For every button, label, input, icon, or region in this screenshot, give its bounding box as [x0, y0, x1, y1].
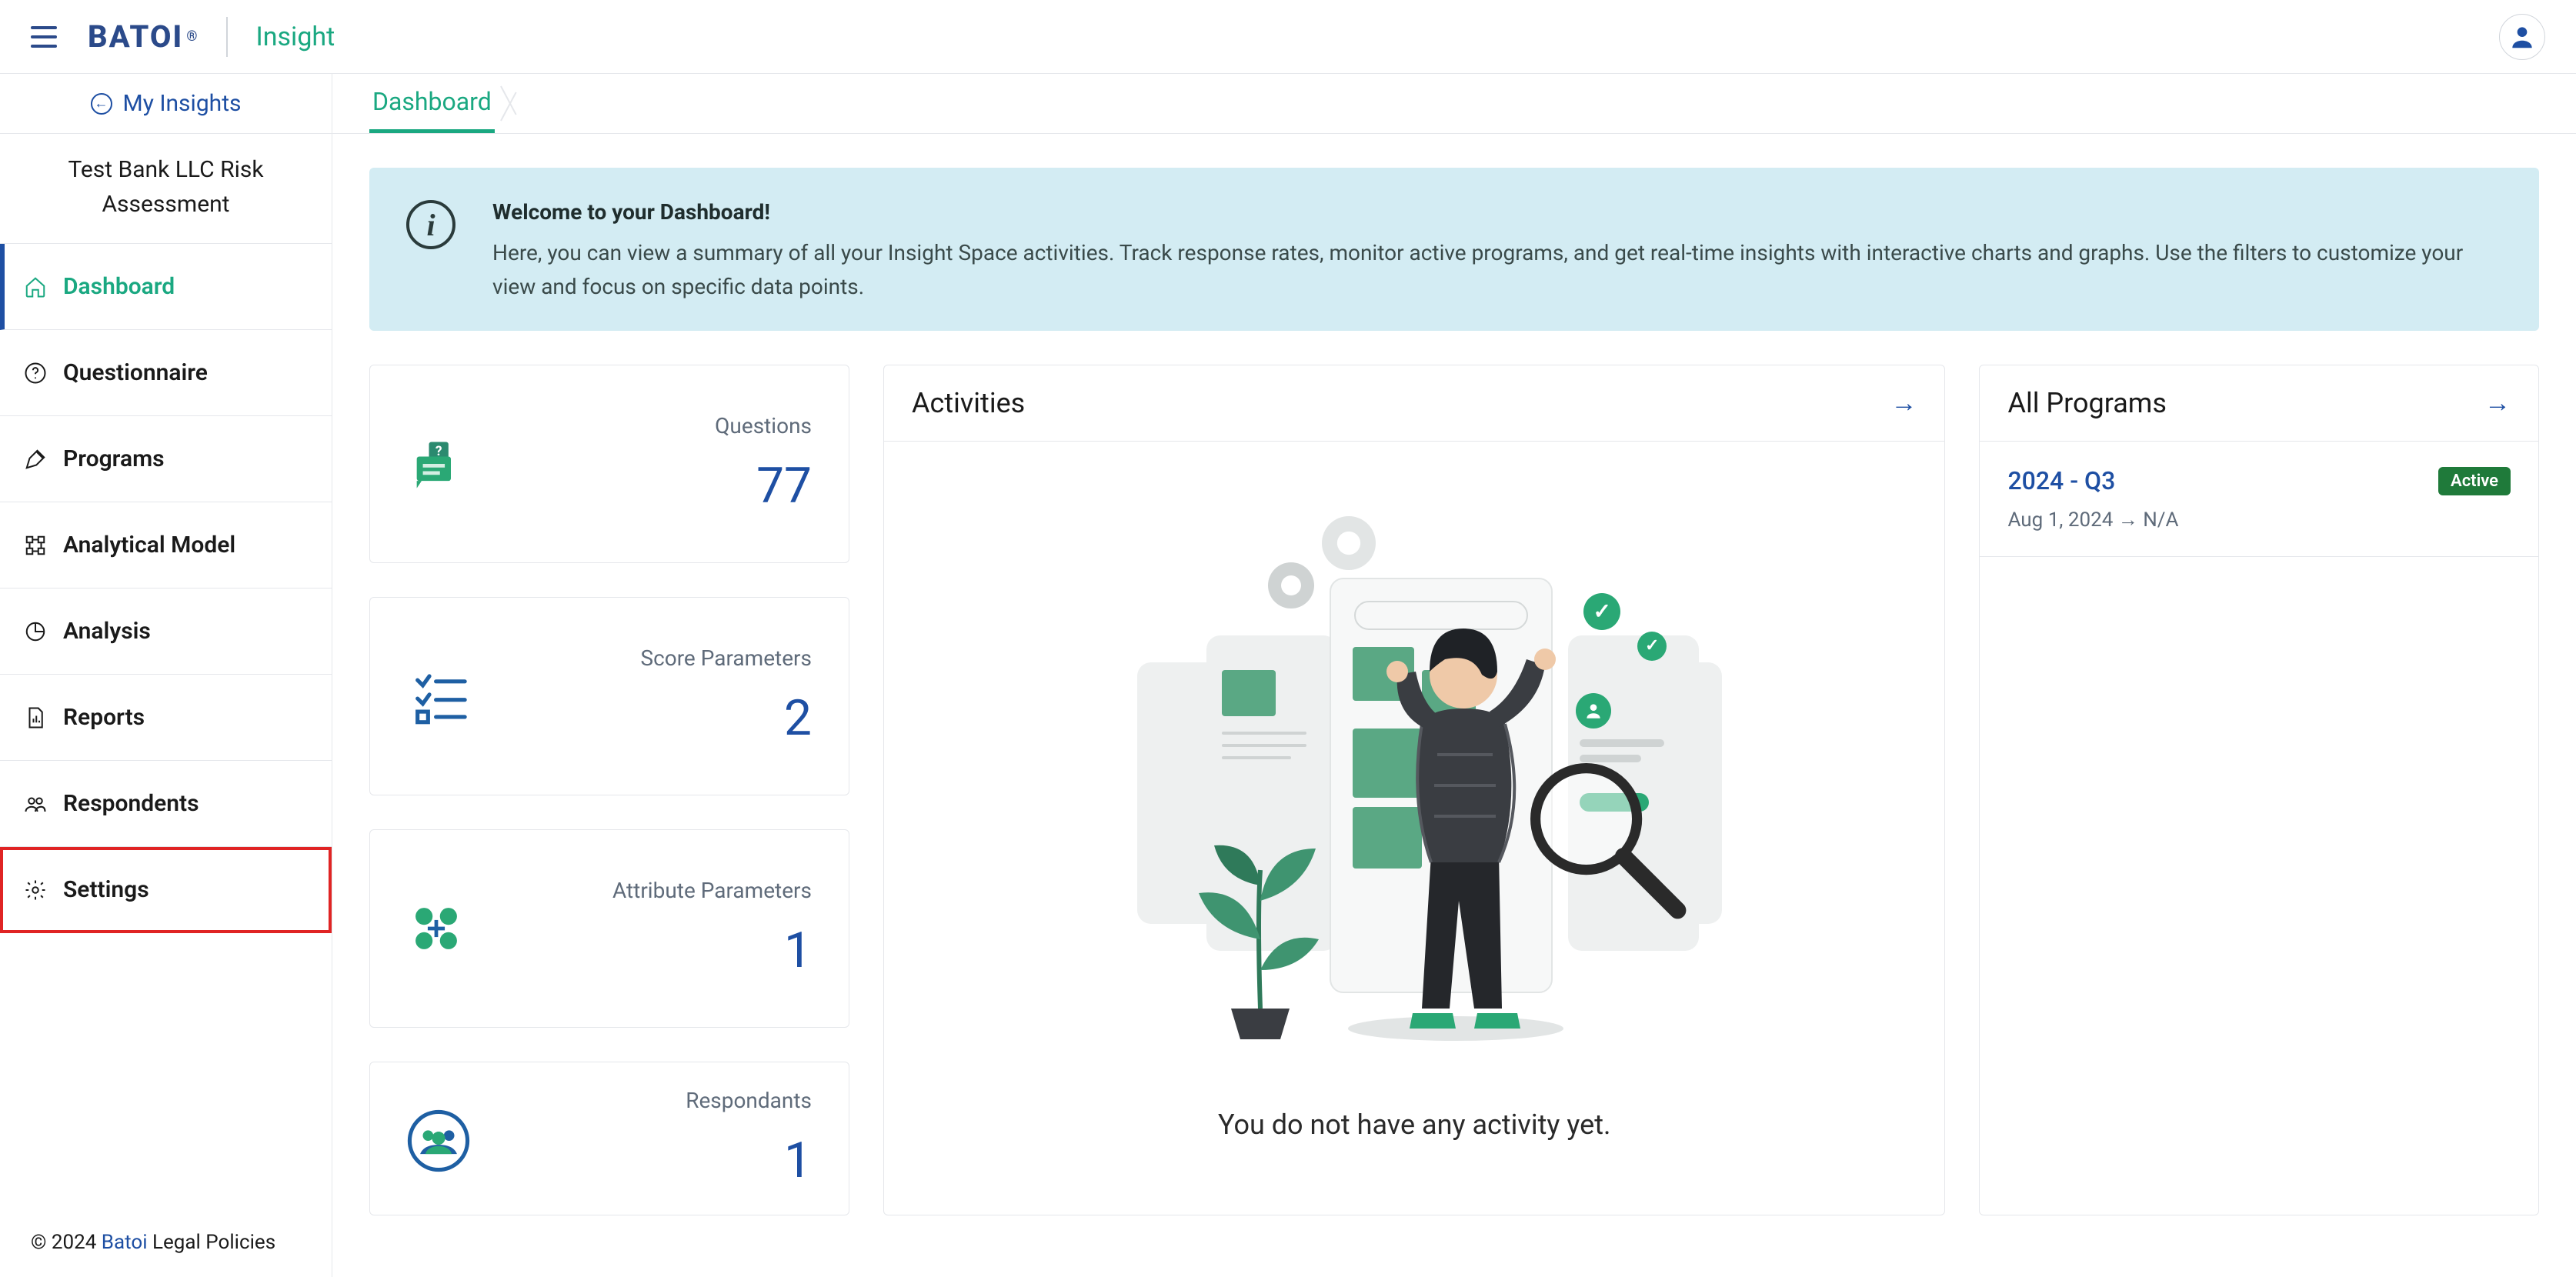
nav-label: Settings [63, 876, 149, 903]
stat-value: 1 [465, 922, 812, 979]
banner-body: Here, you can view a summary of all your… [492, 236, 2502, 303]
program-item[interactable]: 2024 - Q3 Active Aug 1, 2024 → N/A [1980, 442, 2538, 557]
activities-arrow-link[interactable]: → [1890, 388, 1917, 418]
brand-logo[interactable]: BATOI® [88, 18, 199, 55]
sidebar-footer: © 2024 Batoi Legal Policies [0, 1215, 332, 1277]
users-icon [23, 792, 48, 816]
breadcrumb-current[interactable]: Dashboard [369, 74, 495, 133]
program-dates: Aug 1, 2024 → N/A [2007, 508, 2511, 532]
sidebar-nav: Dashboard Questionnaire Programs Analyti… [0, 244, 332, 933]
footer-copyright: © 2024 [31, 1231, 102, 1254]
empty-state-illustration: ✓ ✓ [1114, 501, 1714, 1070]
program-name: 2024 - Q3 [2007, 466, 2115, 495]
nav-item-analytical-model[interactable]: Analytical Model [0, 502, 332, 588]
stat-label: Questions [465, 413, 812, 438]
nav-item-questionnaire[interactable]: Questionnaire [0, 330, 332, 416]
stat-label: Attribute Parameters [465, 878, 812, 903]
project-title: Test Bank LLC Risk Assessment [0, 134, 332, 244]
app-name[interactable]: Insight [255, 22, 335, 52]
stat-value: 1 [465, 1132, 812, 1189]
stat-card-questions[interactable]: ? Questions 77 [369, 365, 849, 563]
question-circle-icon [23, 361, 48, 385]
nav-item-settings[interactable]: Settings [0, 847, 332, 933]
stat-card-attribute-parameters[interactable]: Attribute Parameters 1 [369, 829, 849, 1028]
nav-label: Reports [63, 704, 145, 731]
gear-icon [23, 878, 48, 902]
welcome-banner: i Welcome to your Dashboard! Here, you c… [369, 168, 2539, 331]
top-bar: BATOI® Insight [0, 0, 2576, 74]
respondants-icon [407, 1109, 465, 1168]
stat-card-respondants[interactable]: Respondants 1 [369, 1062, 849, 1215]
stats-column: ? Questions 77 [369, 365, 849, 1215]
brand-logo-text: BATOI [88, 18, 183, 55]
nav-item-analysis[interactable]: Analysis [0, 588, 332, 675]
nav-label: Analytical Model [63, 532, 235, 558]
nav-label: Questionnaire [63, 359, 208, 386]
programs-title: All Programs [2007, 387, 2166, 419]
stat-value: 2 [465, 689, 812, 747]
nav-item-dashboard[interactable]: Dashboard [0, 244, 332, 330]
user-icon [2508, 22, 2537, 52]
attribute-icon [407, 899, 465, 958]
user-avatar[interactable] [2499, 14, 2545, 60]
menu-toggle-icon[interactable] [31, 26, 57, 48]
breadcrumb-bar: Dashboard [332, 74, 2576, 134]
programs-arrow-link[interactable]: → [2484, 388, 2511, 418]
info-icon: i [406, 200, 455, 249]
file-chart-icon [23, 705, 48, 730]
stat-label: Respondants [465, 1088, 812, 1113]
stat-label: Score Parameters [465, 645, 812, 671]
activities-title: Activities [912, 387, 1025, 419]
nav-label: Dashboard [63, 273, 175, 300]
banner-title: Welcome to your Dashboard! [492, 195, 2502, 228]
pie-chart-icon [23, 619, 48, 644]
nav-label: Programs [63, 445, 165, 472]
stat-card-score-parameters[interactable]: Score Parameters 2 [369, 597, 849, 795]
nav-item-programs[interactable]: Programs [0, 416, 332, 502]
arrow-left-circle-icon: ← [91, 93, 112, 115]
home-icon [23, 275, 48, 299]
registered-mark: ® [186, 28, 199, 45]
model-icon [23, 533, 48, 558]
nav-item-reports[interactable]: Reports [0, 675, 332, 761]
checklist-icon [407, 667, 465, 725]
pen-nib-icon [23, 447, 48, 472]
nav-label: Respondents [63, 790, 199, 817]
logo-divider [226, 17, 228, 57]
footer-brand-link[interactable]: Batoi [102, 1231, 148, 1254]
nav-label: Analysis [63, 618, 151, 645]
questions-icon: ? [407, 435, 465, 493]
main-content: Dashboard i Welcome to your Dashboard! H… [332, 74, 2576, 1277]
back-link-label: My Insights [123, 90, 242, 117]
back-to-insights-link[interactable]: ← My Insights [0, 74, 332, 134]
activities-card: Activities → [883, 365, 1945, 1215]
sidebar: ← My Insights Test Bank LLC Risk Assessm… [0, 74, 332, 1277]
nav-item-respondents[interactable]: Respondents [0, 761, 332, 847]
dashboard-row: ? Questions 77 [369, 365, 2539, 1215]
footer-legal: Legal Policies [148, 1231, 276, 1254]
activities-empty-text: You do not have any activity yet. [1218, 1109, 1611, 1141]
stat-value: 77 [465, 457, 812, 515]
breadcrumb-chevron-icon [501, 74, 532, 133]
programs-card: All Programs → 2024 - Q3 Active Aug 1, 2… [1979, 365, 2539, 1215]
program-status-badge: Active [2438, 467, 2511, 495]
